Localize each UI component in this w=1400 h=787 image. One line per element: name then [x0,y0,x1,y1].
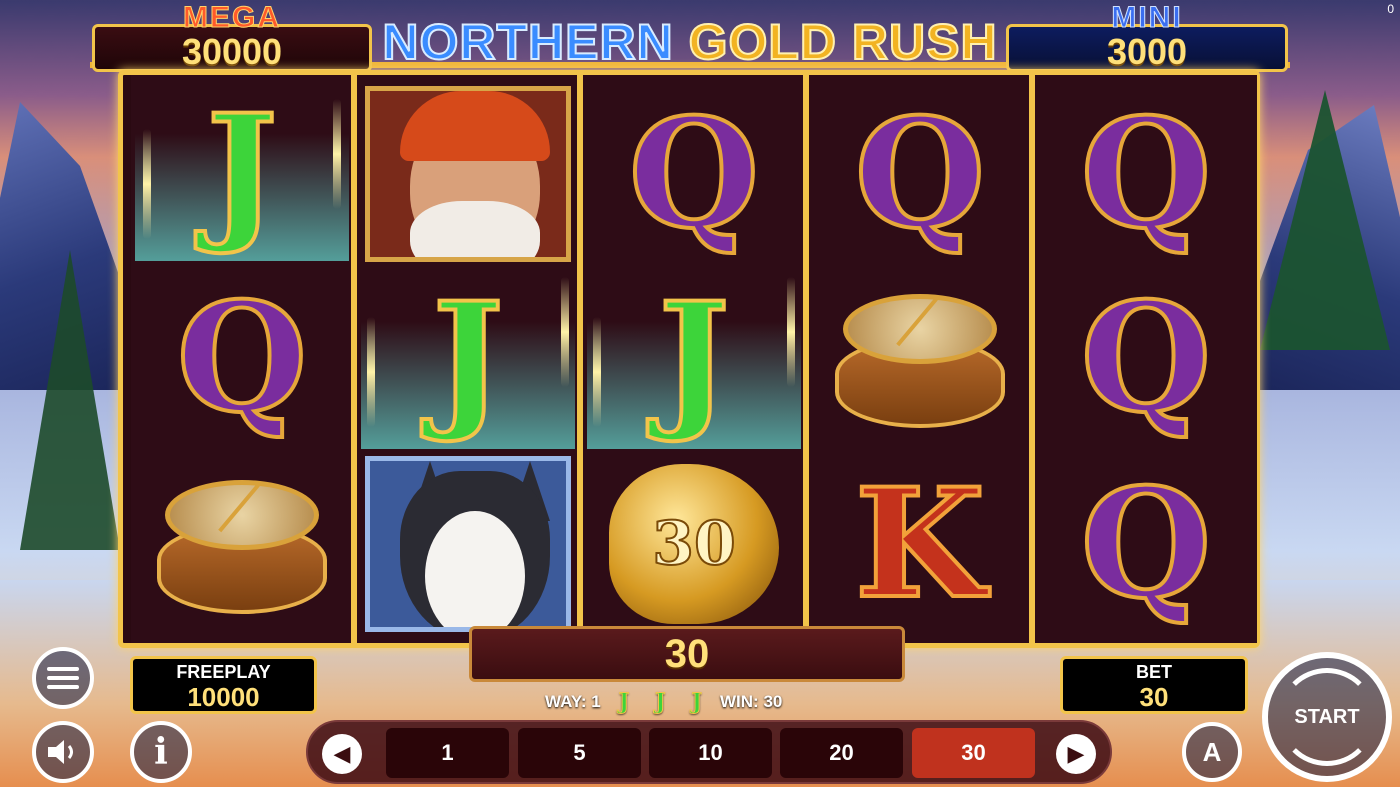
symbol-q-icon: Q [135,267,349,449]
sound-button[interactable] [32,721,94,783]
sparkle-icon [787,277,795,387]
symbol-q-letter: Q [175,270,310,446]
symbol-q-icon: Q [587,83,801,265]
freeplay-balance: FREEPLAY 10000 [130,656,317,714]
game-title-gold-rush: GOLD RUSH [688,13,998,71]
win-amount-panel: 30 [469,626,905,682]
way-label: WAY: 1 [545,692,601,711]
symbol-compass-icon [135,453,349,635]
sparkle-icon [333,99,341,209]
reel-2: J [357,75,579,643]
start-button[interactable]: START [1262,652,1392,782]
reel-1: J Q [131,75,353,643]
symbol-q-letter: Q [853,86,988,262]
freeplay-value: 10000 [187,682,260,712]
info-icon: i [154,731,168,773]
mini-jackpot-label: MINI [1111,1,1183,35]
sparkle-icon [561,277,569,387]
symbol-k-icon: K [813,453,1027,635]
way-symbol-j-icon: J [691,689,703,716]
speaker-icon [48,740,73,764]
bet-option-5[interactable]: 5 [518,728,641,778]
bet-selector-bar: ◀ 1 5 10 20 30 ▶ [306,720,1112,784]
reel-3: Q J 30 [583,75,805,643]
symbol-gold-nugget-icon: 30 [587,453,801,635]
game-title-logo: NORTHERN GOLD RUSH [381,13,998,71]
way-symbol-j-icon: J [655,689,666,716]
symbol-j-letter: J [205,82,280,258]
symbol-j-letter: J [657,270,732,446]
mini-jackpot: MINI 3000 [1006,1,1288,72]
symbol-q-icon: Q [1039,453,1253,635]
symbol-q-letter: Q [1079,270,1214,446]
hamburger-icon [47,662,79,694]
win-amount-value: 30 [664,632,710,676]
autoplay-icon: A [1202,736,1222,767]
autoplay-button[interactable]: A [1182,722,1242,782]
symbol-j-icon: J [587,267,801,449]
corner-counter: 0 [1387,2,1394,16]
symbol-q-letter: Q [627,86,762,262]
bet-option-1[interactable]: 1 [386,728,509,778]
bet-option-20[interactable]: 20 [780,728,903,778]
symbol-q-letter: Q [1079,86,1214,262]
symbol-j-letter: J [431,270,506,446]
bet-prev-button[interactable]: ◀ [322,734,362,774]
way-symbol-j-icon: J [618,689,630,716]
symbol-j-icon: J [135,79,349,261]
win-way-info: WAY: 1 J J J WIN: 30 [545,689,845,716]
mega-jackpot-label: MEGA [183,1,281,35]
symbol-q-icon: Q [1039,267,1253,449]
gold-nugget-value: 30 [651,508,736,580]
bet-label: BET [1136,662,1172,682]
menu-button[interactable] [32,647,94,709]
bet-next-button[interactable]: ▶ [1056,734,1096,774]
mega-jackpot: MEGA 30000 [92,1,372,72]
symbol-q-letter: Q [1079,456,1214,632]
chevron-right-icon: ▶ [1067,741,1085,766]
bet-option-30[interactable]: 30 [912,728,1035,778]
symbol-q-icon: Q [813,83,1027,265]
mega-jackpot-value: 30000 [181,31,283,72]
game-title-northern: NORTHERN [381,13,674,71]
reel-5: Q Q Q [1035,75,1257,643]
mini-jackpot-value: 3000 [1106,31,1188,72]
symbol-old-man-icon [361,83,575,265]
freeplay-label: FREEPLAY [176,662,271,682]
chevron-left-icon: ◀ [333,741,351,766]
symbol-q-icon: Q [1039,83,1253,265]
symbol-husky-icon [361,453,575,635]
reels-area: J Q J Q J 30 Q K Q Q Q [118,70,1260,648]
sparkle-icon [143,129,151,239]
way-win-label: WIN: 30 [720,692,783,711]
spin-arrows-icon [1278,668,1376,766]
bet-value: 30 [1139,682,1169,712]
symbol-compass-icon [813,267,1027,449]
bet-option-10[interactable]: 10 [649,728,772,778]
sparkle-icon [593,317,601,427]
sparkle-icon [367,317,375,427]
info-button[interactable]: i [130,721,192,783]
symbol-j-icon: J [361,267,575,449]
reel-4: Q K [809,75,1031,643]
symbol-k-letter: K [853,456,987,632]
bet-display: BET 30 [1060,656,1248,714]
